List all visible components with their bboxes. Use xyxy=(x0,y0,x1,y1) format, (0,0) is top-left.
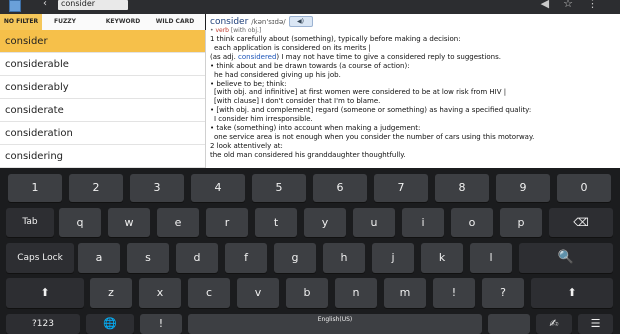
key-u[interactable]: u xyxy=(353,208,395,237)
key-g[interactable]: g xyxy=(274,243,316,273)
speaker-icon[interactable]: ◀) xyxy=(288,16,313,27)
key-6[interactable]: 6 xyxy=(313,174,367,202)
star-icon[interactable]: ☆ xyxy=(563,0,587,10)
highlighted-term: considered xyxy=(238,52,277,61)
key-f[interactable]: f xyxy=(225,243,267,273)
key-exclamation[interactable]: ! xyxy=(433,278,475,308)
top-right-icons: ◀☆⋮ xyxy=(541,0,612,10)
key-c[interactable]: c xyxy=(188,278,230,308)
key-tab[interactable]: Tab xyxy=(6,208,54,237)
back-arrow-icon[interactable]: ‹ xyxy=(43,0,47,9)
list-item[interactable]: considerably xyxy=(0,76,205,99)
definition-line: he had considered giving up his job. xyxy=(214,70,341,79)
definition-line: • take (something) into account when mak… xyxy=(210,124,421,133)
key-m[interactable]: m xyxy=(384,278,426,308)
app-icon[interactable] xyxy=(9,0,21,12)
definition-pane: consider /kən'sɪdə/ ◀) • verb [with obj.… xyxy=(206,14,620,168)
headword: consider xyxy=(210,17,249,27)
key-5[interactable]: 5 xyxy=(252,174,306,202)
key-s[interactable]: s xyxy=(127,243,169,273)
pos-note: [with obj.] xyxy=(230,27,262,34)
key-exclamation-bottom[interactable]: ! xyxy=(140,314,182,334)
key-i[interactable]: i xyxy=(402,208,444,237)
search-icon[interactable]: 🔍 xyxy=(519,243,613,273)
definition-line: • believe to be; think: xyxy=(210,79,287,88)
key-w[interactable]: w xyxy=(108,208,150,237)
key-t[interactable]: t xyxy=(255,208,297,237)
definition-line: 1 think carefully about (something), typ… xyxy=(210,35,461,43)
tab-no-filter[interactable]: NO FILTER xyxy=(0,14,42,30)
key-b[interactable]: b xyxy=(286,278,328,308)
key-p[interactable]: p xyxy=(500,208,542,237)
list-item[interactable]: considerable xyxy=(0,53,205,76)
share-icon[interactable]: ◀ xyxy=(541,0,563,10)
key-n[interactable]: n xyxy=(335,278,377,308)
globe-icon[interactable]: 🌐 xyxy=(86,314,134,334)
key-z[interactable]: z xyxy=(90,278,132,308)
top-bar: ‹ consider ◀☆⋮ xyxy=(0,0,620,14)
key-8[interactable]: 8 xyxy=(435,174,489,202)
definition-line: the old man considered his granddaughter… xyxy=(210,150,406,159)
definition-line: (as adj. considered) I may not have time… xyxy=(210,52,501,61)
definition-line: I consider him irresponsible. xyxy=(214,115,313,124)
key-j[interactable]: j xyxy=(372,243,414,273)
key-2[interactable]: 2 xyxy=(69,174,123,202)
definition-line: [with clause] I don't consider that I'm … xyxy=(214,97,381,106)
key-q[interactable]: q xyxy=(59,208,101,237)
definition-line: each application is considered on its me… xyxy=(214,43,371,52)
key-1[interactable]: 1 xyxy=(8,174,62,202)
list-item[interactable]: considerate xyxy=(0,99,205,122)
space-bar[interactable]: English(US) xyxy=(188,314,482,334)
key-d[interactable]: d xyxy=(176,243,218,273)
pronunciation: /kən'sɪdə/ xyxy=(251,18,286,26)
list-item[interactable]: consider xyxy=(0,30,205,53)
definition-line: 2 look attentively at: xyxy=(210,141,283,150)
key-blank[interactable] xyxy=(488,314,530,334)
definition-line: • think about and be drawn towards (a co… xyxy=(210,61,410,70)
key-v[interactable]: v xyxy=(237,278,279,308)
headword-row: consider /kən'sɪdə/ ◀) xyxy=(210,16,616,27)
search-input[interactable]: consider xyxy=(58,0,128,10)
tab-wild-card[interactable]: WILD CARD xyxy=(152,14,198,30)
menu-icon[interactable]: ☰ xyxy=(578,314,613,334)
tab-keyword[interactable]: KEYWORD xyxy=(103,14,143,30)
backspace-icon[interactable]: ⌫ xyxy=(549,208,613,237)
key-0[interactable]: 0 xyxy=(557,174,611,202)
key-l[interactable]: l xyxy=(470,243,512,273)
shift-right-icon[interactable]: ⬆ xyxy=(531,278,613,308)
overflow-menu-icon[interactable]: ⋮ xyxy=(587,0,612,10)
handwriting-icon[interactable]: ✍ xyxy=(536,314,572,334)
on-screen-keyboard: 1 2 3 4 5 6 7 8 9 0 Tab q w e r t y u i … xyxy=(0,168,620,334)
word-list: consider considerable considerably consi… xyxy=(0,30,206,168)
key-7[interactable]: 7 xyxy=(374,174,428,202)
key-3[interactable]: 3 xyxy=(130,174,184,202)
key-question[interactable]: ? xyxy=(482,278,524,308)
key-9[interactable]: 9 xyxy=(496,174,550,202)
tab-fuzzy[interactable]: FUZZY xyxy=(50,14,80,30)
definition-line: [with obj. and infinitive] at first wome… xyxy=(214,88,507,97)
key-e[interactable]: e xyxy=(157,208,199,237)
definition-line: one service area is not enough when you … xyxy=(214,132,535,141)
filter-tabs: NO FILTER FUZZY KEYWORD WILD CARD xyxy=(0,14,205,31)
key-r[interactable]: r xyxy=(206,208,248,237)
key-o[interactable]: o xyxy=(451,208,493,237)
key-k[interactable]: k xyxy=(421,243,463,273)
list-item[interactable]: considering xyxy=(0,145,205,168)
key-y[interactable]: y xyxy=(304,208,346,237)
key-a[interactable]: a xyxy=(78,243,120,273)
key-h[interactable]: h xyxy=(323,243,365,273)
key-x[interactable]: x xyxy=(139,278,181,308)
shift-left-icon[interactable]: ⬆ xyxy=(6,278,84,308)
key-symbols[interactable]: ?123 xyxy=(6,314,80,334)
pos-line: • verb [with obj.] xyxy=(210,27,262,34)
key-4[interactable]: 4 xyxy=(191,174,245,202)
key-caps-lock[interactable]: Caps Lock xyxy=(6,243,74,273)
definition-line: • [with obj. and complement] regard (som… xyxy=(210,106,532,115)
list-item[interactable]: consideration xyxy=(0,122,205,145)
part-of-speech: verb xyxy=(215,27,229,34)
